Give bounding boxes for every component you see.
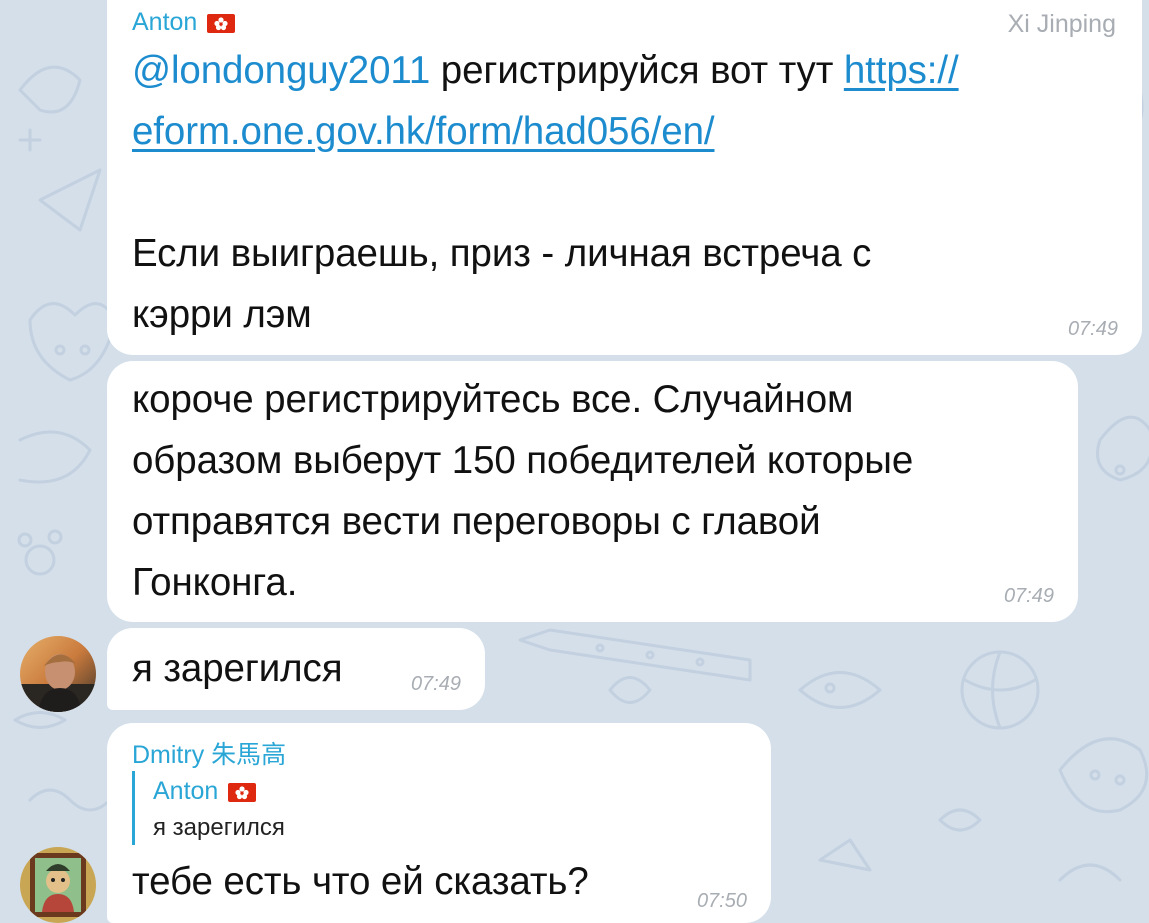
sender-name[interactable]: Anton — [132, 8, 236, 37]
message-bubble[interactable]: я зарегился 07:49 — [107, 628, 485, 710]
reply-text: я зарегился — [153, 814, 285, 841]
link[interactable]: eform.one.gov.hk/form/had056/en/ — [132, 110, 715, 153]
avatar-painting — [20, 847, 96, 923]
hong-kong-flag-icon — [228, 782, 257, 802]
message-bubble[interactable]: Dmitry 朱馬高 Anton я зарегился тебе есть ч… — [107, 723, 771, 923]
mention[interactable]: @londonguy2011 — [132, 49, 430, 92]
reply-sender: Anton — [153, 771, 285, 811]
message-time: 07:49 — [410, 673, 461, 695]
reply-quote[interactable]: Anton я зарегился — [132, 771, 285, 845]
message-bubble[interactable]: короче регистрируйтесь все. Случайном об… — [107, 361, 1078, 622]
message-text: @londonguy2011 регистрируйся вот тут htt… — [132, 49, 959, 336]
message-bubble[interactable]: Anton Xi Jinping @londonguy2011 регистри… — [107, 0, 1142, 355]
message-text: я зарегился — [132, 647, 343, 690]
avatar[interactable] — [20, 636, 96, 712]
message-time: 07:50 — [696, 890, 747, 912]
sender-name[interactable]: Dmitry 朱馬高 — [132, 735, 286, 771]
forwarded-from: Xi Jinping — [1007, 10, 1116, 38]
avatar[interactable] — [20, 847, 96, 923]
avatar-photo — [20, 636, 96, 712]
message-time: 07:49 — [1003, 585, 1054, 607]
link[interactable]: https:// — [844, 49, 959, 92]
message-time: 07:49 — [1067, 318, 1118, 340]
hong-kong-flag-icon — [207, 13, 236, 33]
message-text: тебе есть что ей сказать? — [132, 860, 589, 903]
message-text: короче регистрируйтесь все. Случайном об… — [132, 378, 914, 604]
